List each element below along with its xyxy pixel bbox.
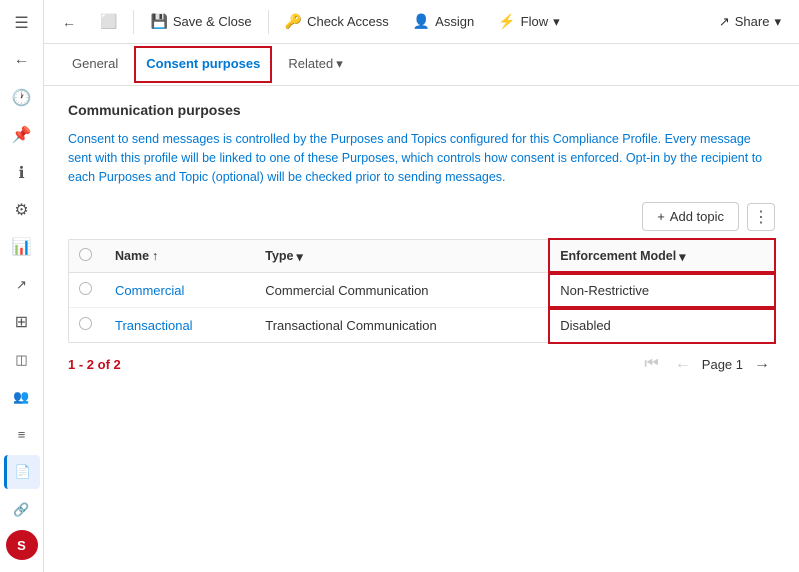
share-button[interactable]: ↗ Share ▾ xyxy=(709,9,791,35)
grid-icon[interactable]: ⊞ xyxy=(4,306,40,339)
share-label: Share xyxy=(735,14,770,29)
content-area: Communication purposes Consent to send m… xyxy=(44,86,799,572)
back-button[interactable]: ← xyxy=(52,9,86,35)
ellipsis-icon: ⋮ xyxy=(753,207,769,227)
divider-1 xyxy=(133,10,134,34)
back-icon[interactable]: ← xyxy=(4,43,40,76)
people-icon[interactable]: 👥 xyxy=(4,381,40,414)
row-radio[interactable] xyxy=(79,282,92,295)
tab-consent-purposes[interactable]: Consent purposes xyxy=(134,46,272,83)
first-page-button[interactable]: ⏮ xyxy=(639,353,663,375)
description-text: Consent to send messages is controlled b… xyxy=(68,130,775,186)
next-page-button[interactable]: → xyxy=(749,353,775,375)
assign-icon: 👤 xyxy=(413,13,430,30)
restore-button[interactable]: ⬜ xyxy=(90,8,127,35)
flow-button[interactable]: ⚡ Flow ▾ xyxy=(488,8,569,35)
info-icon[interactable]: ℹ xyxy=(4,156,40,189)
main-panel: ← ⬜ 💾 Save & Close 🔑 Check Access 👤 Assi… xyxy=(44,0,799,572)
row-type: Transactional Communication xyxy=(255,308,550,343)
col-name-header[interactable]: Name ↑ xyxy=(105,240,255,273)
row-enforcement: Non-Restrictive xyxy=(550,273,774,308)
divider-2 xyxy=(268,10,269,34)
table-row: CommercialCommercial CommunicationNon-Re… xyxy=(69,273,774,308)
chart-icon[interactable]: 📊 xyxy=(4,231,40,264)
row-name[interactable]: Transactional xyxy=(105,308,255,343)
col-type-header[interactable]: Type ▾ xyxy=(255,240,550,273)
add-topic-button[interactable]: + Add topic xyxy=(642,202,739,231)
restore-icon: ⬜ xyxy=(100,13,117,30)
related-dropdown-icon: ▾ xyxy=(336,56,343,72)
row-enforcement: Disabled xyxy=(550,308,774,343)
back-arrow-icon: ← xyxy=(62,14,76,30)
save-close-button[interactable]: 💾 Save & Close xyxy=(140,8,261,35)
col-select-header xyxy=(69,240,105,273)
row-name[interactable]: Commercial xyxy=(105,273,255,308)
plus-icon: + xyxy=(657,209,665,224)
page-nav: ⏮ ← Page 1 → xyxy=(639,353,775,375)
tabs: General Consent purposes Related ▾ xyxy=(44,44,799,86)
sort-asc-icon: ↑ xyxy=(152,249,158,263)
table-row: TransactionalTransactional Communication… xyxy=(69,308,774,343)
tab-related[interactable]: Related ▾ xyxy=(276,46,354,84)
share-icon: ↗ xyxy=(719,14,730,30)
col-enforcement-header[interactable]: Enforcement Model ▾ xyxy=(550,240,774,273)
assign-label: Assign xyxy=(435,14,474,29)
prev-page-button[interactable]: ← xyxy=(670,353,696,375)
data-table: Name ↑ Type ▾ Enforcemen xyxy=(68,239,775,343)
graph-icon[interactable]: ↗ xyxy=(4,268,40,301)
sidebar: ☰ ← 🕐 📌 ℹ ⚙ 📊 ↗ ⊞ ◫ 👥 ≡ 📄 🔗 S xyxy=(0,0,44,572)
add-topic-row: + Add topic ⋮ xyxy=(68,202,775,231)
share-dropdown-icon: ▾ xyxy=(774,14,781,30)
save-icon: 💾 xyxy=(150,13,167,30)
row-select xyxy=(69,308,105,343)
flow-dropdown-icon: ▾ xyxy=(553,14,560,30)
save-close-label: Save & Close xyxy=(173,14,252,29)
pin-icon[interactable]: 📌 xyxy=(4,118,40,151)
type-dropdown-icon: ▾ xyxy=(297,249,303,264)
file-icon[interactable]: 📄 xyxy=(4,455,40,488)
add-topic-label: Add topic xyxy=(670,209,724,224)
list-icon[interactable]: ≡ xyxy=(4,418,40,451)
clock-icon[interactable]: 🕐 xyxy=(4,81,40,114)
page-label: Page 1 xyxy=(702,357,743,372)
enforcement-dropdown-icon: ▾ xyxy=(679,249,685,264)
assign-button[interactable]: 👤 Assign xyxy=(403,8,484,35)
toolbar: ← ⬜ 💾 Save & Close 🔑 Check Access 👤 Assi… xyxy=(44,0,799,44)
select-all-radio[interactable] xyxy=(79,248,92,261)
pagination: 1 - 2 of 2 ⏮ ← Page 1 → xyxy=(68,343,775,379)
avatar[interactable]: S xyxy=(6,530,38,560)
more-options-button[interactable]: ⋮ xyxy=(747,203,775,231)
check-access-button[interactable]: 🔑 Check Access xyxy=(275,8,399,35)
section-title: Communication purposes xyxy=(68,102,775,118)
row-radio[interactable] xyxy=(79,317,92,330)
check-access-label: Check Access xyxy=(307,14,389,29)
gear-icon[interactable]: ⚙ xyxy=(4,193,40,226)
page-range: 1 - 2 of 2 xyxy=(68,357,121,372)
link-icon[interactable]: 🔗 xyxy=(4,493,40,526)
key-icon: 🔑 xyxy=(285,13,302,30)
row-select xyxy=(69,273,105,308)
tab-general[interactable]: General xyxy=(60,46,130,83)
tag-icon[interactable]: ◫ xyxy=(4,343,40,376)
flow-icon: ⚡ xyxy=(498,13,515,30)
menu-icon[interactable]: ☰ xyxy=(4,6,40,39)
row-type: Commercial Communication xyxy=(255,273,550,308)
flow-label: Flow xyxy=(521,14,548,29)
